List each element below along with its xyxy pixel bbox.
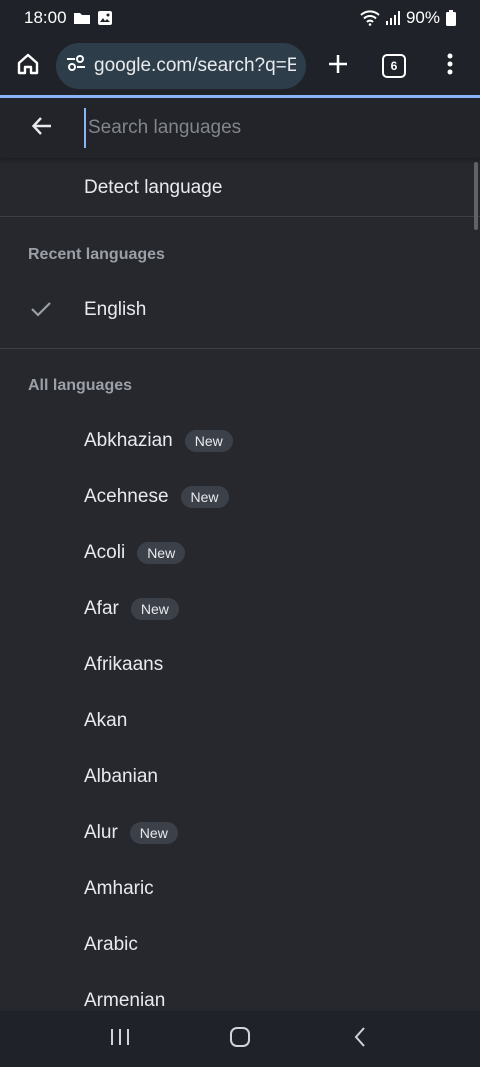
language-item-armenian[interactable]: Armenian [0, 973, 480, 1011]
url-text: google.com/search?q=E [94, 55, 296, 76]
language-label: Albanian [84, 766, 158, 787]
menu-button[interactable] [422, 36, 478, 96]
scrollbar-thumb[interactable] [474, 162, 478, 230]
back-nav-button[interactable] [330, 1011, 390, 1067]
language-item-alur[interactable]: Alur New [0, 805, 480, 861]
url-bar[interactable]: google.com/search?q=E [56, 43, 306, 89]
language-label: Alur [84, 822, 118, 843]
new-tab-button[interactable] [310, 36, 366, 96]
new-badge: New [137, 542, 186, 564]
new-badge: New [129, 822, 178, 844]
language-label: English [84, 299, 147, 320]
language-panel: Detect language Recent languages English… [0, 98, 480, 1011]
battery-percent: 90% [405, 8, 440, 27]
language-label: Arabic [84, 934, 138, 955]
home-button[interactable] [0, 36, 56, 96]
language-label: Afrikaans [84, 654, 164, 675]
search-header [0, 98, 480, 158]
all-languages-header: All languages [28, 377, 133, 394]
language-item-akan[interactable]: Akan [0, 693, 480, 749]
language-label: Armenian [84, 990, 166, 1011]
arrow-back-icon [31, 115, 53, 142]
language-label: Afar [84, 598, 119, 619]
language-item-afrikaans[interactable]: Afrikaans [0, 637, 480, 693]
system-nav-bar [0, 1011, 480, 1067]
language-item-amharic[interactable]: Amharic [0, 861, 480, 917]
status-time: 18:00 [24, 8, 67, 27]
back-nav-icon [353, 1026, 367, 1053]
search-languages-input[interactable] [84, 108, 480, 148]
language-label: Acehnese [84, 486, 169, 507]
language-item-abkhazian[interactable]: Abkhazian New [0, 413, 480, 469]
plus-icon [327, 53, 349, 80]
language-label: Acoli [84, 542, 126, 563]
battery-icon [446, 10, 456, 26]
language-item-acehnese[interactable]: Acehnese New [0, 469, 480, 525]
back-button[interactable] [0, 98, 84, 158]
home-nav-icon [229, 1026, 251, 1053]
detect-language-label: Detect language [84, 177, 223, 198]
language-label: Abkhazian [84, 430, 173, 451]
language-item-acoli[interactable]: Acoli New [0, 525, 480, 581]
recent-languages-header: Recent languages [28, 246, 165, 263]
language-item-english[interactable]: English [0, 282, 480, 338]
more-vert-icon [447, 53, 453, 80]
recent-apps-button[interactable] [90, 1011, 150, 1067]
browser-toolbar: google.com/search?q=E 6 [0, 36, 480, 96]
detect-language-item[interactable]: Detect language [0, 160, 480, 216]
new-badge: New [130, 598, 179, 620]
language-item-albanian[interactable]: Albanian [0, 749, 480, 805]
language-item-afar[interactable]: Afar New [0, 581, 480, 637]
divider [0, 348, 480, 349]
tab-switcher-button[interactable]: 6 [366, 36, 422, 96]
gallery-icon [97, 10, 113, 26]
language-label: Akan [84, 710, 128, 731]
wifi-icon [360, 10, 380, 26]
language-label: Amharic [84, 878, 154, 899]
folder-icon [73, 11, 91, 25]
home-icon [16, 52, 40, 81]
status-bar: 18:00 90% [0, 0, 480, 36]
tab-count: 6 [382, 54, 406, 78]
new-badge: New [180, 486, 229, 508]
new-badge: New [184, 430, 233, 452]
recent-apps-icon [110, 1028, 130, 1051]
home-nav-button[interactable] [210, 1011, 270, 1067]
check-icon [30, 300, 52, 324]
language-item-arabic[interactable]: Arabic [0, 917, 480, 973]
tune-icon[interactable] [66, 54, 86, 78]
signal-icon [385, 11, 400, 25]
divider [0, 216, 480, 217]
